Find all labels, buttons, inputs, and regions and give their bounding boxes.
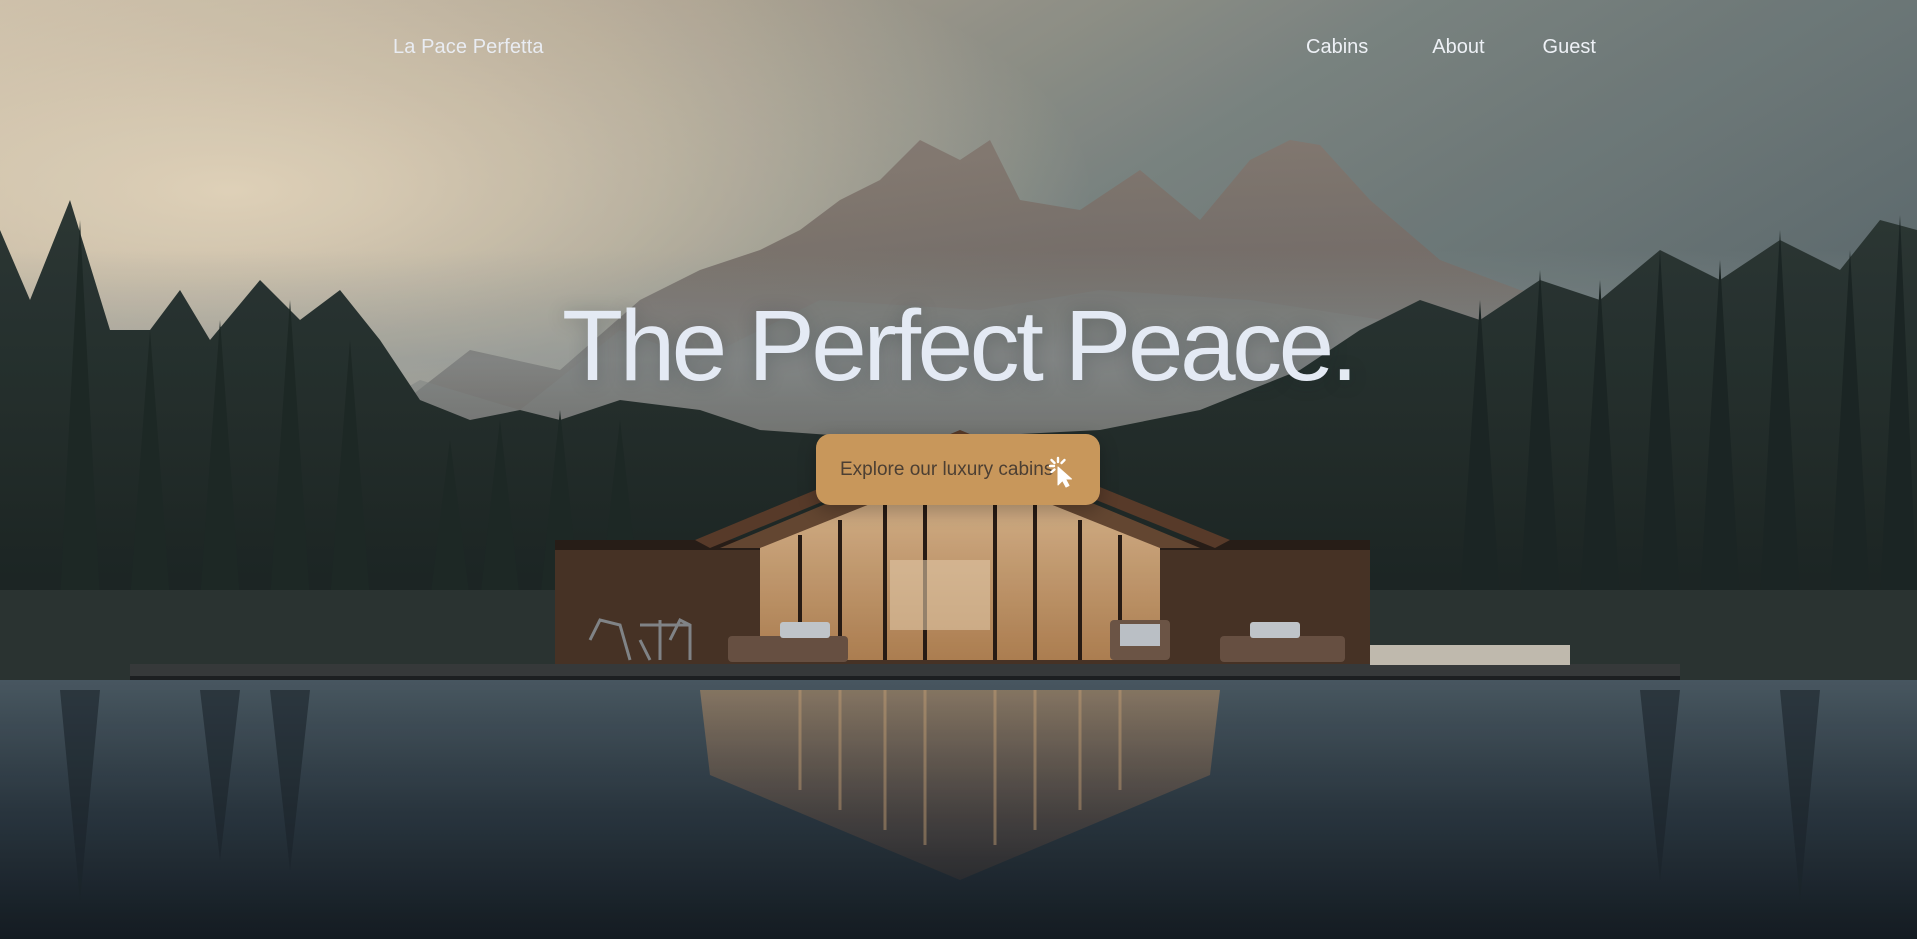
explore-cabins-button[interactable]: Explore our luxury cabins [816, 434, 1100, 505]
hero-title: The Perfect Peace. [561, 290, 1359, 402]
nav-link-about[interactable]: About [1432, 36, 1484, 59]
cursor-click-icon [1048, 456, 1072, 488]
nav-links: Cabins About Guest [1306, 36, 1596, 59]
explore-cabins-label: Explore our luxury cabins [840, 458, 1054, 480]
brand-logo-link[interactable]: La Pace Perfetta [393, 36, 544, 59]
nav-link-guest[interactable]: Guest [1543, 36, 1596, 59]
nav-link-cabins[interactable]: Cabins [1306, 36, 1368, 59]
top-navigation: La Pace Perfetta Cabins About Guest [0, 0, 1917, 100]
